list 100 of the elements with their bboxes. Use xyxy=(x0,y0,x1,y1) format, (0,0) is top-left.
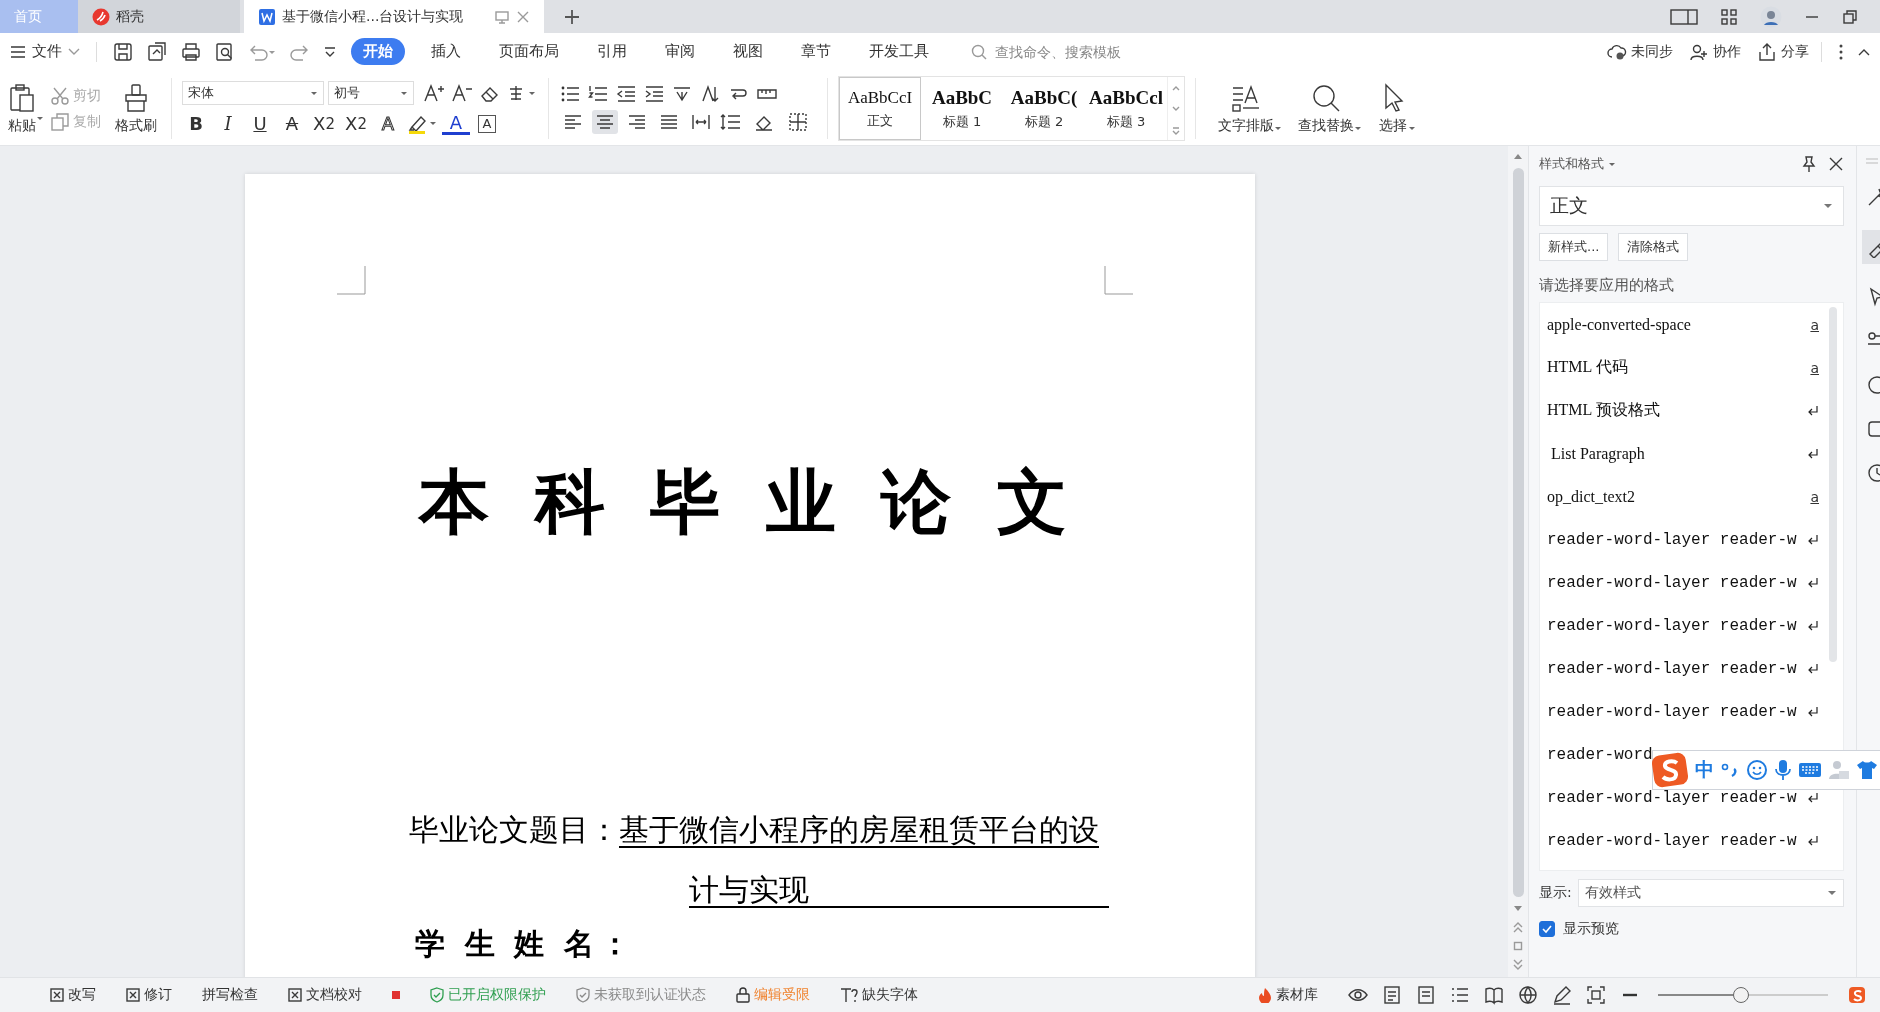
style-item[interactable]: HTML 代码 xyxy=(1547,357,1628,378)
panel-button[interactable]: 清除格式 xyxy=(1618,233,1689,261)
expand-icon[interactable] xyxy=(1171,124,1181,135)
paste-button[interactable]: 粘贴 xyxy=(4,82,40,135)
ribbon-tab[interactable]: 章节 xyxy=(789,38,843,65)
avatar-icon[interactable] xyxy=(1760,5,1782,28)
format-button[interactable]: B xyxy=(182,110,210,137)
show-dropdown[interactable]: 有效样式 xyxy=(1577,879,1844,907)
export-icon[interactable] xyxy=(147,41,167,62)
status-button[interactable]: 缺失字体 xyxy=(840,986,918,1004)
emoji-icon[interactable] xyxy=(1746,759,1768,781)
grow-font-icon[interactable] xyxy=(423,82,445,103)
scrollbar-thumb[interactable] xyxy=(1512,168,1524,897)
style-preset[interactable]: AaBbC 标题 1 xyxy=(921,77,1003,140)
fit-page-icon[interactable] xyxy=(1586,985,1606,1005)
toolbar-button[interactable]: 未同步 xyxy=(1607,42,1673,61)
checkbox-label[interactable]: 显示预览 xyxy=(1563,920,1619,938)
add-tab-icon[interactable] xyxy=(564,8,580,25)
style-item[interactable]: apple-converted-space xyxy=(1547,315,1691,334)
tool-button[interactable]: 查找替换 xyxy=(1294,72,1358,145)
tool-button[interactable]: 选择 xyxy=(1374,72,1412,145)
panel-button[interactable]: 新样式... xyxy=(1539,233,1609,261)
list-view-icon[interactable] xyxy=(1450,985,1470,1005)
format-painter-button[interactable]: 格式刷 xyxy=(111,82,161,135)
preview-icon[interactable] xyxy=(215,41,235,62)
ribbon-tab[interactable]: 视图 xyxy=(721,38,775,65)
size-select[interactable]: 初号 xyxy=(328,80,414,105)
style-item[interactable]: op_dict_text2 xyxy=(1547,487,1635,506)
input-mode-toggle[interactable]: 中 xyxy=(1695,757,1714,783)
pin-icon[interactable] xyxy=(1800,155,1818,173)
style-preset[interactable]: AaBbC( 标题 2 xyxy=(1003,77,1085,140)
status-button[interactable]: 改写 xyxy=(50,986,96,1004)
tablet-icon[interactable] xyxy=(1670,7,1698,26)
shirt-icon[interactable] xyxy=(1856,759,1878,781)
ribbon-tab[interactable]: 开始 xyxy=(351,38,405,65)
format-button[interactable]: I xyxy=(214,110,242,137)
ribbon-tab[interactable]: 审阅 xyxy=(653,38,707,65)
align-center-icon[interactable] xyxy=(592,109,618,134)
format-button[interactable]: U xyxy=(246,110,274,137)
numbering-icon[interactable] xyxy=(588,83,610,104)
ribbon-tab[interactable]: 开发工具 xyxy=(857,38,941,65)
style-preview: AaBbCcI xyxy=(847,87,913,108)
style-item[interactable]: reader-word-layer reader-w xyxy=(1547,702,1797,721)
style-item[interactable]: reader-word-layer reader-w xyxy=(1547,573,1797,592)
scrollbar-thumb[interactable] xyxy=(1829,307,1837,662)
checkbox[interactable] xyxy=(1539,921,1555,937)
style-item[interactable]: reader-word-layer reader-w xyxy=(1547,659,1797,678)
outdent-icon[interactable] xyxy=(616,83,638,104)
style-item[interactable]: reader-word-layer reader-w xyxy=(1547,831,1797,850)
logo-icon[interactable] xyxy=(1651,751,1689,789)
style-preset[interactable]: AaBbCcI 正文 xyxy=(839,77,921,140)
more-vertical-icon[interactable] xyxy=(1838,42,1844,61)
next-page-icon[interactable] xyxy=(1513,959,1523,971)
save-icon[interactable] xyxy=(113,41,133,62)
grid-icon[interactable] xyxy=(1720,7,1738,26)
format-button[interactable]: A xyxy=(478,114,496,133)
book-icon[interactable] xyxy=(1484,985,1504,1005)
format-button[interactable]: A xyxy=(278,110,306,137)
ribbon-tab[interactable]: 插入 xyxy=(419,38,473,65)
scroll-down-icon[interactable] xyxy=(1513,905,1523,913)
style-item[interactable]: reader-word-layer reader-w xyxy=(1547,616,1797,635)
restore-icon[interactable] xyxy=(1842,8,1858,25)
style-dropdown[interactable]: 正文 xyxy=(1539,186,1844,226)
ribbon-tab[interactable]: 页面布局 xyxy=(487,38,571,65)
style-preset[interactable]: AaBbCcl 标题 3 xyxy=(1085,77,1167,140)
toolbar-button[interactable]: 协作 xyxy=(1689,42,1741,61)
select-object-icon[interactable] xyxy=(1513,941,1523,951)
style-item[interactable]: reader-word-layer reader-w xyxy=(1547,530,1797,549)
close-icon[interactable] xyxy=(1828,156,1844,172)
pen-icon[interactable] xyxy=(1552,985,1572,1005)
scroll-up-icon[interactable] xyxy=(1513,152,1523,160)
shrink-font-icon[interactable] xyxy=(451,82,473,103)
style-item[interactable]: reader-word-layer reader-w xyxy=(1547,788,1797,807)
font-select[interactable]: 宋体 xyxy=(182,80,324,105)
print-icon[interactable] xyxy=(181,41,201,62)
keyboard-icon[interactable] xyxy=(1798,760,1822,780)
tool-button[interactable]: 文字排版 xyxy=(1214,72,1278,145)
slider-thumb[interactable] xyxy=(1733,987,1750,1003)
status-button[interactable]: 素材库 xyxy=(1258,986,1318,1004)
status-button[interactable]: 文档校对 xyxy=(288,986,362,1004)
ribbon-tab[interactable]: 引用 xyxy=(585,38,639,65)
style-item[interactable]: reader-word xyxy=(1547,745,1653,764)
page-view-icon[interactable] xyxy=(1416,985,1436,1005)
indent-icon[interactable] xyxy=(644,83,666,104)
globe-icon[interactable] xyxy=(1518,985,1538,1005)
microphone-icon[interactable] xyxy=(1774,759,1792,781)
status-button[interactable]: 修订 xyxy=(126,986,172,1004)
previous-page-icon[interactable] xyxy=(1513,921,1523,933)
character-style-mark: a xyxy=(1810,316,1819,333)
toolbar-button[interactable]: 分享 xyxy=(1757,42,1809,61)
style-item[interactable]: List Paragraph xyxy=(1547,444,1649,463)
file-menu[interactable]: 文件 xyxy=(6,39,84,64)
status-button[interactable]: 拼写检查 xyxy=(202,986,258,1004)
tab[interactable]: 稻壳 xyxy=(78,0,240,33)
format-button[interactable]: A xyxy=(442,112,470,135)
more-icon[interactable] xyxy=(323,44,337,59)
panel-title[interactable]: 样式和格式 xyxy=(1539,155,1616,173)
search-field[interactable]: 查找命令、搜索模板 xyxy=(993,42,1197,61)
style-item[interactable]: HTML 预设格式 xyxy=(1547,400,1660,421)
outline-icon[interactable] xyxy=(1382,985,1402,1005)
